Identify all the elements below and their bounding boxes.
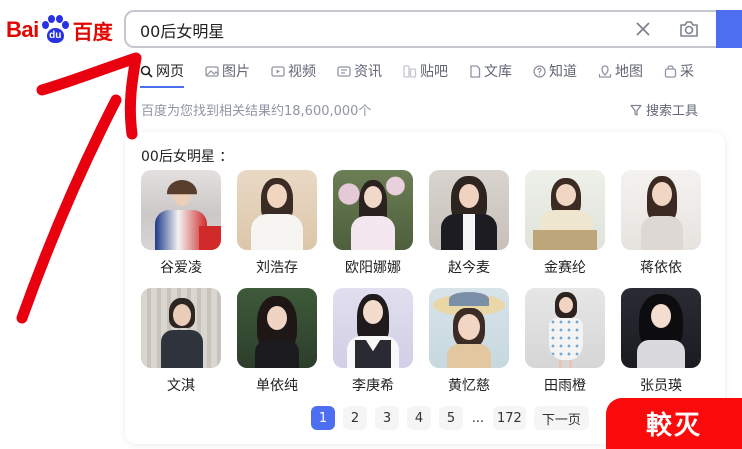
person-name: 欧阳娜娜: [345, 260, 401, 276]
person-name: 单依纯: [256, 378, 298, 394]
person-photo[interactable]: [141, 170, 221, 250]
tab-map[interactable]: 地图: [598, 60, 643, 82]
search-tabs: 网页 图片 视频 资讯 贴吧 文库 知道 地图 采: [140, 60, 715, 88]
person-item[interactable]: 蒋依依: [621, 170, 701, 277]
tab-label: 资讯: [354, 64, 382, 80]
tab-more[interactable]: 采: [664, 60, 694, 82]
person-item[interactable]: 谷爱凌: [141, 170, 221, 277]
logo-text-cn: 百度: [72, 19, 113, 44]
person-item[interactable]: 田雨橙: [525, 288, 605, 395]
person-name: 张员瑛: [640, 378, 682, 394]
person-name: 赵今麦: [448, 260, 490, 276]
person-item[interactable]: 黄忆慈: [429, 288, 509, 395]
result-stats: 百度为您找到相关结果约18,600,000个: [141, 104, 372, 119]
search-icon: [140, 65, 153, 78]
bag-icon: [664, 64, 677, 78]
stamp-text: 較灭: [645, 411, 702, 441]
tab-tieba[interactable]: 贴吧: [403, 60, 448, 82]
person-item[interactable]: 李庚希: [333, 288, 413, 395]
overlay-stamp: 較灭: [606, 398, 742, 449]
tab-label: 采: [680, 64, 694, 80]
person-photo[interactable]: [429, 288, 509, 368]
person-name: 蒋依依: [640, 260, 682, 276]
document-icon: [470, 64, 481, 78]
card-title: 00后女明星 ：: [141, 149, 234, 165]
tab-images[interactable]: 图片: [205, 60, 250, 82]
page-last-button[interactable]: 172: [493, 406, 526, 430]
tab-video[interactable]: 视频: [271, 60, 316, 82]
page-4-button[interactable]: 4: [407, 406, 431, 430]
tab-zhidao[interactable]: 知道: [533, 60, 577, 82]
person-photo[interactable]: [237, 170, 317, 250]
person-photo[interactable]: [333, 170, 413, 250]
tab-label: 贴吧: [420, 64, 448, 80]
person-name: 刘浩存: [256, 260, 298, 276]
page-ellipsis: ...: [471, 410, 485, 426]
person-item[interactable]: 欧阳娜娜: [333, 170, 413, 277]
map-icon: [598, 64, 612, 78]
person-photo[interactable]: [525, 288, 605, 368]
person-item[interactable]: 单依纯: [237, 288, 317, 395]
page-3-button[interactable]: 3: [375, 406, 399, 430]
person-photo[interactable]: [429, 170, 509, 250]
tab-news[interactable]: 资讯: [337, 60, 382, 82]
person-photo[interactable]: [525, 170, 605, 250]
logo-text-bai: Bai: [6, 17, 39, 42]
person-name: 田雨橙: [544, 378, 586, 394]
search-box: [124, 10, 724, 48]
tab-label: 知道: [549, 64, 577, 80]
person-photo[interactable]: [333, 288, 413, 368]
logo-text-du: du: [49, 30, 62, 41]
question-icon: [533, 64, 546, 78]
tab-wenku[interactable]: 文库: [469, 60, 512, 82]
tab-label: 文库: [484, 64, 512, 80]
search-tools-label: 搜索工具: [646, 104, 699, 119]
person-photo[interactable]: [141, 288, 221, 368]
tab-web[interactable]: 网页: [140, 60, 184, 88]
page-1-button[interactable]: 1: [311, 406, 335, 430]
image-icon: [205, 65, 219, 77]
tab-label: 网页: [156, 64, 184, 80]
baidu-logo[interactable]: Bai du 百度: [6, 13, 113, 47]
paw-icon: du: [40, 15, 70, 45]
next-page-button[interactable]: 下一页: [533, 406, 589, 430]
search-input[interactable]: [140, 19, 600, 41]
page-2-button[interactable]: 2: [343, 406, 367, 430]
filter-icon: [630, 104, 642, 116]
page-5-button[interactable]: 5: [439, 406, 463, 430]
person-photo[interactable]: [621, 288, 701, 368]
person-item[interactable]: 金赛纶: [525, 170, 605, 277]
camera-icon[interactable]: [678, 19, 700, 39]
person-item[interactable]: 刘浩存: [237, 170, 317, 277]
tieba-icon: [403, 64, 417, 78]
person-item[interactable]: 赵今麦: [429, 170, 509, 277]
search-tools-button[interactable]: 搜索工具: [630, 100, 698, 119]
tab-label: 地图: [615, 64, 643, 80]
person-name: 谷爱凌: [160, 260, 202, 276]
person-name: 李庚希: [352, 378, 394, 394]
person-photo[interactable]: [237, 288, 317, 368]
news-icon: [337, 65, 351, 77]
person-item[interactable]: 文淇: [141, 288, 221, 395]
clear-icon[interactable]: [634, 20, 652, 38]
search-button[interactable]: [716, 10, 742, 48]
person-item[interactable]: 张员瑛: [621, 288, 701, 395]
person-name: 黄忆慈: [448, 378, 490, 394]
person-name: 文淇: [167, 378, 195, 394]
pagination: 1 2 3 4 5 ... 172 下一页: [311, 406, 597, 430]
person-name: 金赛纶: [544, 260, 586, 276]
tab-label: 图片: [222, 64, 250, 80]
person-photo[interactable]: [621, 170, 701, 250]
tab-label: 视频: [288, 64, 316, 80]
video-icon: [271, 65, 285, 77]
